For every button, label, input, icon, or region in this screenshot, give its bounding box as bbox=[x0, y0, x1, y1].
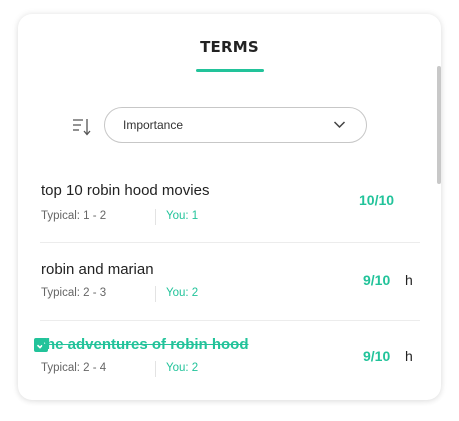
term-suffix: h bbox=[405, 272, 413, 288]
term-you: You: 2 bbox=[166, 362, 199, 374]
term-typical: Typical: 2 - 3 bbox=[41, 287, 107, 299]
term-text: top 10 robin hood movies bbox=[41, 182, 210, 199]
divider bbox=[155, 209, 156, 225]
term-typical: Typical: 1 - 2 bbox=[41, 210, 107, 222]
term-score: 9/10 bbox=[363, 272, 391, 288]
term-text: the adventures of robin hood bbox=[41, 336, 249, 353]
terms-panel: TERMS Importance top 10 robin hood movie… bbox=[18, 14, 441, 400]
sort-select-value: Importance bbox=[123, 118, 184, 132]
title-underline bbox=[196, 69, 264, 72]
row-divider bbox=[40, 242, 420, 243]
divider bbox=[155, 286, 156, 302]
divider bbox=[155, 361, 156, 377]
term-you: You: 2 bbox=[166, 287, 199, 299]
row-divider bbox=[40, 320, 420, 321]
term-suffix: h bbox=[405, 348, 413, 364]
panel-title: TERMS bbox=[200, 38, 259, 56]
term-score: 9/10 bbox=[363, 348, 391, 364]
sort-icon[interactable] bbox=[72, 117, 92, 137]
term-score: 10/10 bbox=[359, 192, 395, 208]
term-text: robin and marian bbox=[41, 261, 154, 278]
term-typical: Typical: 2 - 4 bbox=[41, 362, 107, 374]
term-you: You: 1 bbox=[166, 210, 199, 222]
sort-select[interactable]: Importance bbox=[104, 107, 367, 143]
scrollbar[interactable] bbox=[437, 66, 441, 184]
chevron-down-icon bbox=[333, 121, 346, 129]
